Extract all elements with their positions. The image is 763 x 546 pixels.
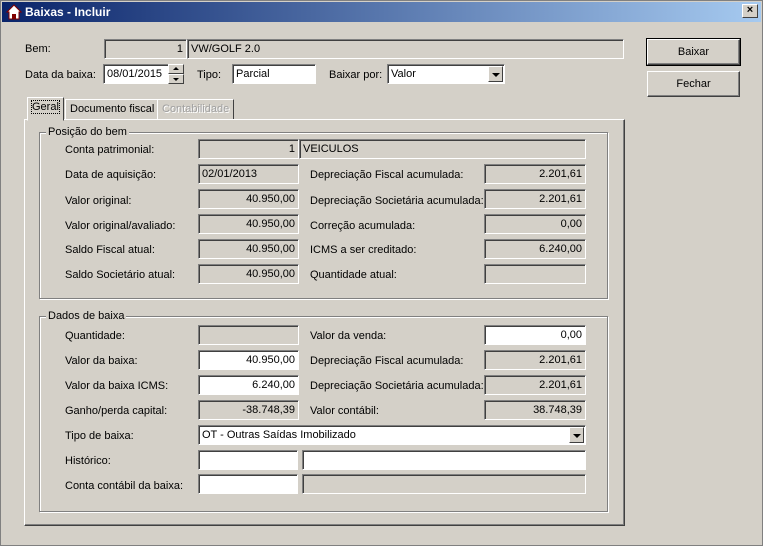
- conta-patrimonial-name-field: VEICULOS: [299, 139, 586, 159]
- icms-label: ICMS a ser creditado:: [310, 244, 417, 256]
- bem-code-field: 1: [104, 39, 187, 59]
- tab-documento-fiscal[interactable]: Documento fiscal: [65, 99, 160, 121]
- dados-dep-societaria-label: Depreciação Societária acumulada:: [310, 380, 484, 392]
- saldo-societario-field: 40.950,00: [198, 264, 299, 284]
- dep-societaria-field: 2.201,61: [484, 189, 586, 209]
- quantidade-field: [198, 325, 299, 345]
- valor-baixa-input[interactable]: 40.950,00: [198, 350, 299, 370]
- house-icon: [6, 4, 22, 20]
- conta-contabil-code-input[interactable]: [198, 474, 298, 494]
- spin-down-icon[interactable]: [168, 74, 184, 84]
- valor-baixa-icms-input[interactable]: 6.240,00: [198, 375, 299, 395]
- baixar-button[interactable]: Baixar: [646, 38, 741, 66]
- data-baixa-input[interactable]: 08/01/2015: [103, 64, 169, 84]
- data-baixa-spinner[interactable]: [168, 64, 184, 84]
- valor-venda-input[interactable]: 0,00: [484, 325, 586, 345]
- conta-patrimonial-label: Conta patrimonial:: [65, 144, 155, 156]
- conta-contabil-baixa-label: Conta contábil da baixa:: [65, 480, 184, 492]
- tab-contabilidade: Contabilidade: [157, 99, 235, 121]
- saldo-fiscal-field: 40.950,00: [198, 239, 299, 259]
- valor-venda-label: Valor da venda:: [310, 330, 387, 342]
- tipo-label: Tipo:: [197, 69, 222, 81]
- close-button[interactable]: ×: [742, 4, 758, 18]
- baixar-por-label: Baixar por:: [329, 69, 383, 81]
- valor-contabil-field: 38.748,39: [484, 400, 586, 420]
- valor-original-field: 40.950,00: [198, 189, 299, 209]
- historico-code-input[interactable]: [198, 450, 298, 470]
- data-aquisicao-field: 02/01/2013: [198, 164, 299, 184]
- chevron-down-icon[interactable]: [488, 66, 503, 82]
- baixar-por-value: Valor: [391, 68, 416, 80]
- quantidade-atual-label: Quantidade atual:: [310, 269, 397, 281]
- data-baixa-label: Data da baixa:: [25, 69, 96, 81]
- dados-dep-fiscal-label: Depreciação Fiscal acumulada:: [310, 355, 464, 367]
- dados-dep-fiscal-field: 2.201,61: [484, 350, 586, 370]
- historico-text-input[interactable]: [302, 450, 586, 470]
- tab-panel-geral: Posição do bem Conta patrimonial: 1 VEIC…: [24, 119, 625, 526]
- tipo-baixa-label: Tipo de baixa:: [65, 430, 134, 442]
- valor-baixa-icms-label: Valor da baixa ICMS:: [65, 380, 169, 392]
- tipo-baixa-value: OT - Outras Saídas Imobilizado: [202, 429, 356, 441]
- historico-label: Histórico:: [65, 455, 111, 467]
- ganho-perda-field: -38.748,39: [198, 400, 299, 420]
- dep-fiscal-label: Depreciação Fiscal acumulada:: [310, 169, 464, 181]
- valor-baixa-label: Valor da baixa:: [65, 355, 138, 367]
- valor-contabil-label: Valor contábil:: [310, 405, 379, 417]
- fechar-button[interactable]: Fechar: [647, 71, 740, 97]
- valor-avaliado-label: Valor original/avaliado:: [65, 220, 176, 232]
- valor-original-label: Valor original:: [65, 195, 132, 207]
- quantidade-atual-field: [484, 264, 586, 284]
- dados-group-title: Dados de baixa: [46, 310, 127, 322]
- valor-avaliado-field: 40.950,00: [198, 214, 299, 234]
- spin-up-icon[interactable]: [168, 64, 184, 74]
- saldo-societario-label: Saldo Societário atual:: [65, 269, 176, 281]
- correcao-field: 0,00: [484, 214, 586, 234]
- conta-contabil-text-field: [302, 474, 586, 494]
- tab-geral[interactable]: Geral: [27, 97, 64, 121]
- correcao-label: Correção acumulada:: [310, 220, 416, 232]
- dep-fiscal-field: 2.201,61: [484, 164, 586, 184]
- title-bar[interactable]: Baixas - Incluir ×: [2, 2, 761, 22]
- conta-patrimonial-code-field: 1: [198, 139, 299, 159]
- dep-societaria-label: Depreciação Societária acumulada:: [310, 195, 484, 207]
- quantidade-label: Quantidade:: [65, 330, 125, 342]
- window-title: Baixas - Incluir: [25, 5, 111, 19]
- bem-name-field: VW/GOLF 2.0: [187, 39, 624, 59]
- bem-label: Bem:: [25, 43, 51, 55]
- saldo-fiscal-label: Saldo Fiscal atual:: [65, 244, 155, 256]
- tipo-baixa-select[interactable]: OT - Outras Saídas Imobilizado: [198, 425, 586, 445]
- baixar-por-select[interactable]: Valor: [387, 64, 505, 84]
- ganho-perda-label: Ganho/perda capital:: [65, 405, 168, 417]
- icms-field: 6.240,00: [484, 239, 586, 259]
- chevron-down-icon[interactable]: [569, 427, 584, 443]
- tipo-input[interactable]: Parcial: [232, 64, 316, 84]
- baixas-incluir-window: Baixas - Incluir × Bem: 1 VW/GOLF 2.0 Da…: [0, 0, 763, 546]
- data-aquisicao-label: Data de aquisição:: [65, 169, 157, 181]
- posicao-group-title: Posição do bem: [46, 126, 129, 138]
- dados-dep-societaria-field: 2.201,61: [484, 375, 586, 395]
